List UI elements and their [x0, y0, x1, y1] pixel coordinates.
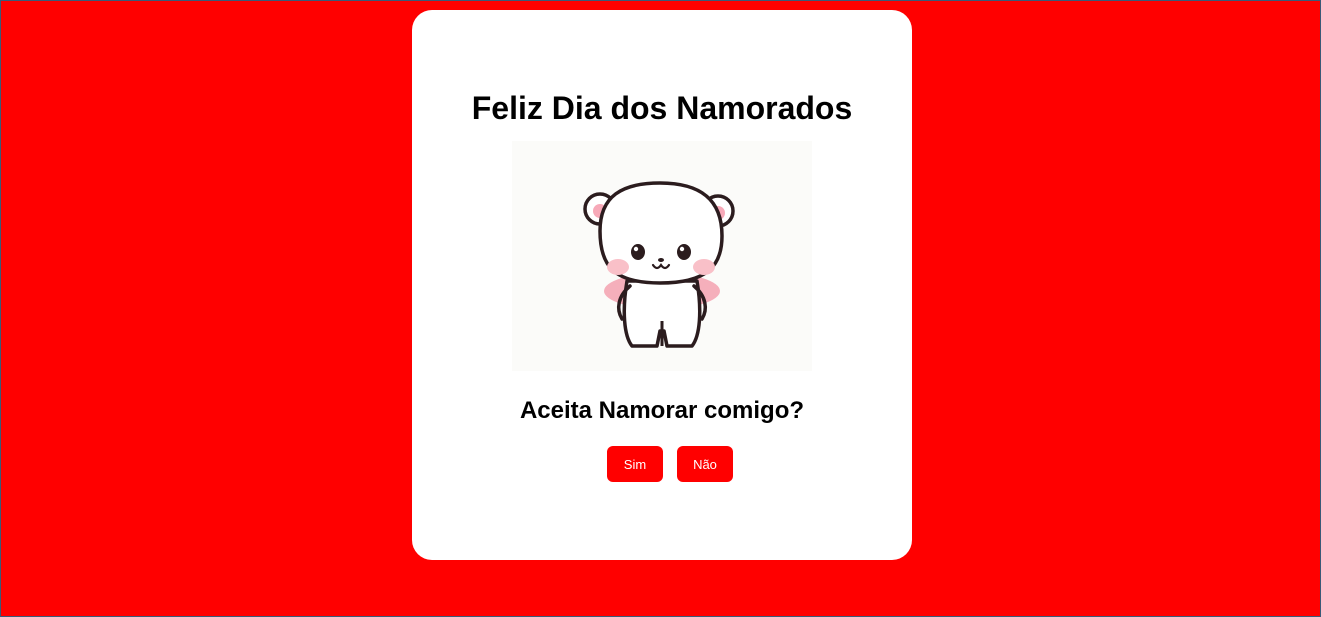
question-text: Aceita Namorar comigo? [519, 397, 805, 424]
page-title: Feliz Dia dos Namorados [471, 90, 853, 126]
cute-bear-icon [583, 181, 735, 348]
valentine-card: Feliz Dia dos Namorados Aceita Namorar c… [412, 10, 912, 560]
yes-button[interactable]: Sim [607, 446, 663, 482]
no-button[interactable]: Não [677, 446, 733, 482]
bear-image [512, 141, 812, 371]
